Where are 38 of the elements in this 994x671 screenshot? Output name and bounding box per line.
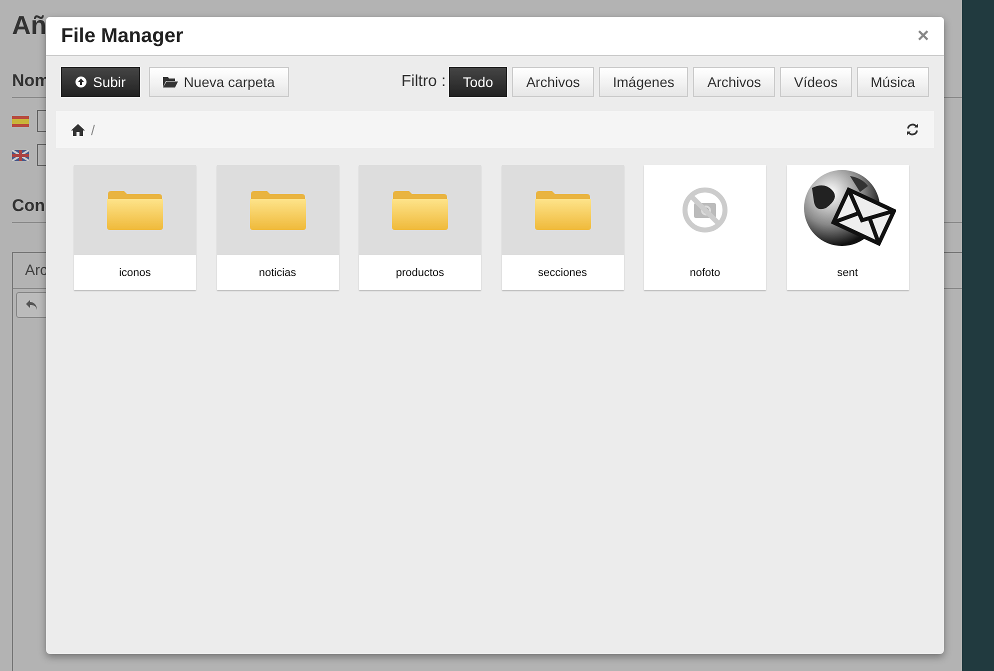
- no-camera-icon: [681, 186, 729, 234]
- dialog-title: File Manager: [61, 24, 184, 48]
- file-name: nofoto: [688, 266, 722, 280]
- file-tile[interactable]: productos: [359, 165, 481, 290]
- filter-button[interactable]: Imágenes: [598, 67, 688, 97]
- close-button[interactable]: ×: [917, 24, 929, 48]
- file-tile[interactable]: secciones: [502, 165, 624, 290]
- file-tile[interactable]: nofoto: [644, 165, 766, 290]
- undo-icon: [25, 298, 39, 312]
- refresh-icon[interactable]: [906, 123, 919, 136]
- flag-icon: [12, 116, 29, 126]
- flag-icon: [12, 150, 29, 160]
- upload-button[interactable]: Subir: [61, 67, 140, 97]
- file-name: secciones: [537, 266, 588, 280]
- filter-label: Filtro :: [401, 73, 446, 91]
- file-tile[interactable]: iconos: [74, 165, 196, 290]
- file-name: productos: [394, 266, 446, 280]
- folder-icon: [250, 190, 306, 230]
- breadcrumb-separator: /: [91, 122, 95, 138]
- file-tile[interactable]: sent: [786, 165, 908, 290]
- filter-button[interactable]: Música: [856, 67, 929, 97]
- undo-button[interactable]: [16, 292, 48, 318]
- page-heading: Añ: [12, 10, 47, 41]
- filter-button[interactable]: Archivos: [512, 67, 594, 97]
- file-tile[interactable]: noticias: [216, 165, 338, 290]
- home-icon[interactable]: [71, 124, 85, 136]
- filter-button[interactable]: Vídeos: [780, 67, 852, 97]
- filter-button[interactable]: Archivos: [693, 67, 776, 97]
- new-folder-button[interactable]: Nueva carpeta: [148, 67, 289, 97]
- file-name: noticias: [258, 266, 298, 280]
- file-name: iconos: [118, 266, 152, 280]
- folder-icon: [107, 190, 163, 230]
- filter-button[interactable]: Todo: [448, 67, 508, 97]
- upload-icon: [75, 76, 87, 88]
- folder-icon: [392, 190, 448, 230]
- file-name: sent: [836, 266, 859, 280]
- folder-icon: [534, 190, 590, 230]
- folder-icon: [162, 76, 178, 88]
